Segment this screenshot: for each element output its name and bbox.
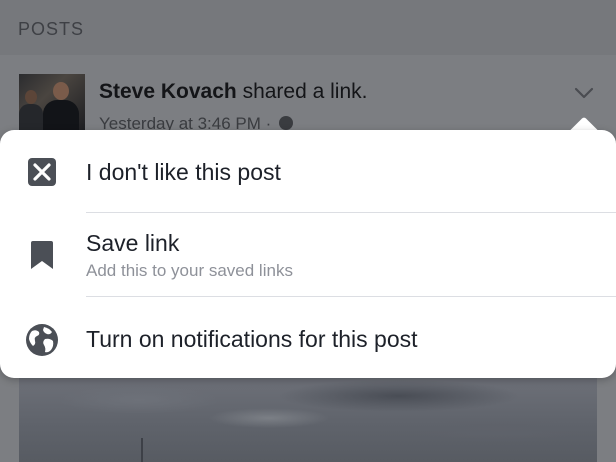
- chevron-down-icon[interactable]: [574, 86, 594, 100]
- section-title: POSTS: [18, 19, 85, 39]
- section-header: POSTS: [0, 0, 616, 55]
- globe-icon: [26, 324, 58, 356]
- menu-item-label: Turn on notifications for this post: [86, 326, 418, 352]
- bookmark-icon: [31, 241, 53, 269]
- hide-x-icon: [28, 158, 56, 186]
- menu-item-label: I don't like this post: [86, 159, 281, 185]
- menu-item-notifications[interactable]: Turn on notifications for this post: [0, 297, 616, 378]
- post-action: shared a link.: [236, 80, 368, 103]
- menu-item-hide-post[interactable]: I don't like this post: [0, 130, 616, 212]
- menu-item-label: Save link: [86, 230, 180, 256]
- post-options-menu: I don't like this post Save link Add thi…: [0, 130, 616, 378]
- post-header-text: Steve Kovach shared a link.: [99, 80, 367, 104]
- globe-icon: [279, 116, 294, 130]
- post-author[interactable]: Steve Kovach: [99, 80, 237, 103]
- menu-item-save-link[interactable]: Save link Add this to your saved links: [0, 213, 616, 296]
- menu-item-sublabel: Add this to your saved links: [86, 261, 293, 280]
- post-link-image[interactable]: [19, 378, 597, 462]
- avatar[interactable]: [19, 74, 85, 130]
